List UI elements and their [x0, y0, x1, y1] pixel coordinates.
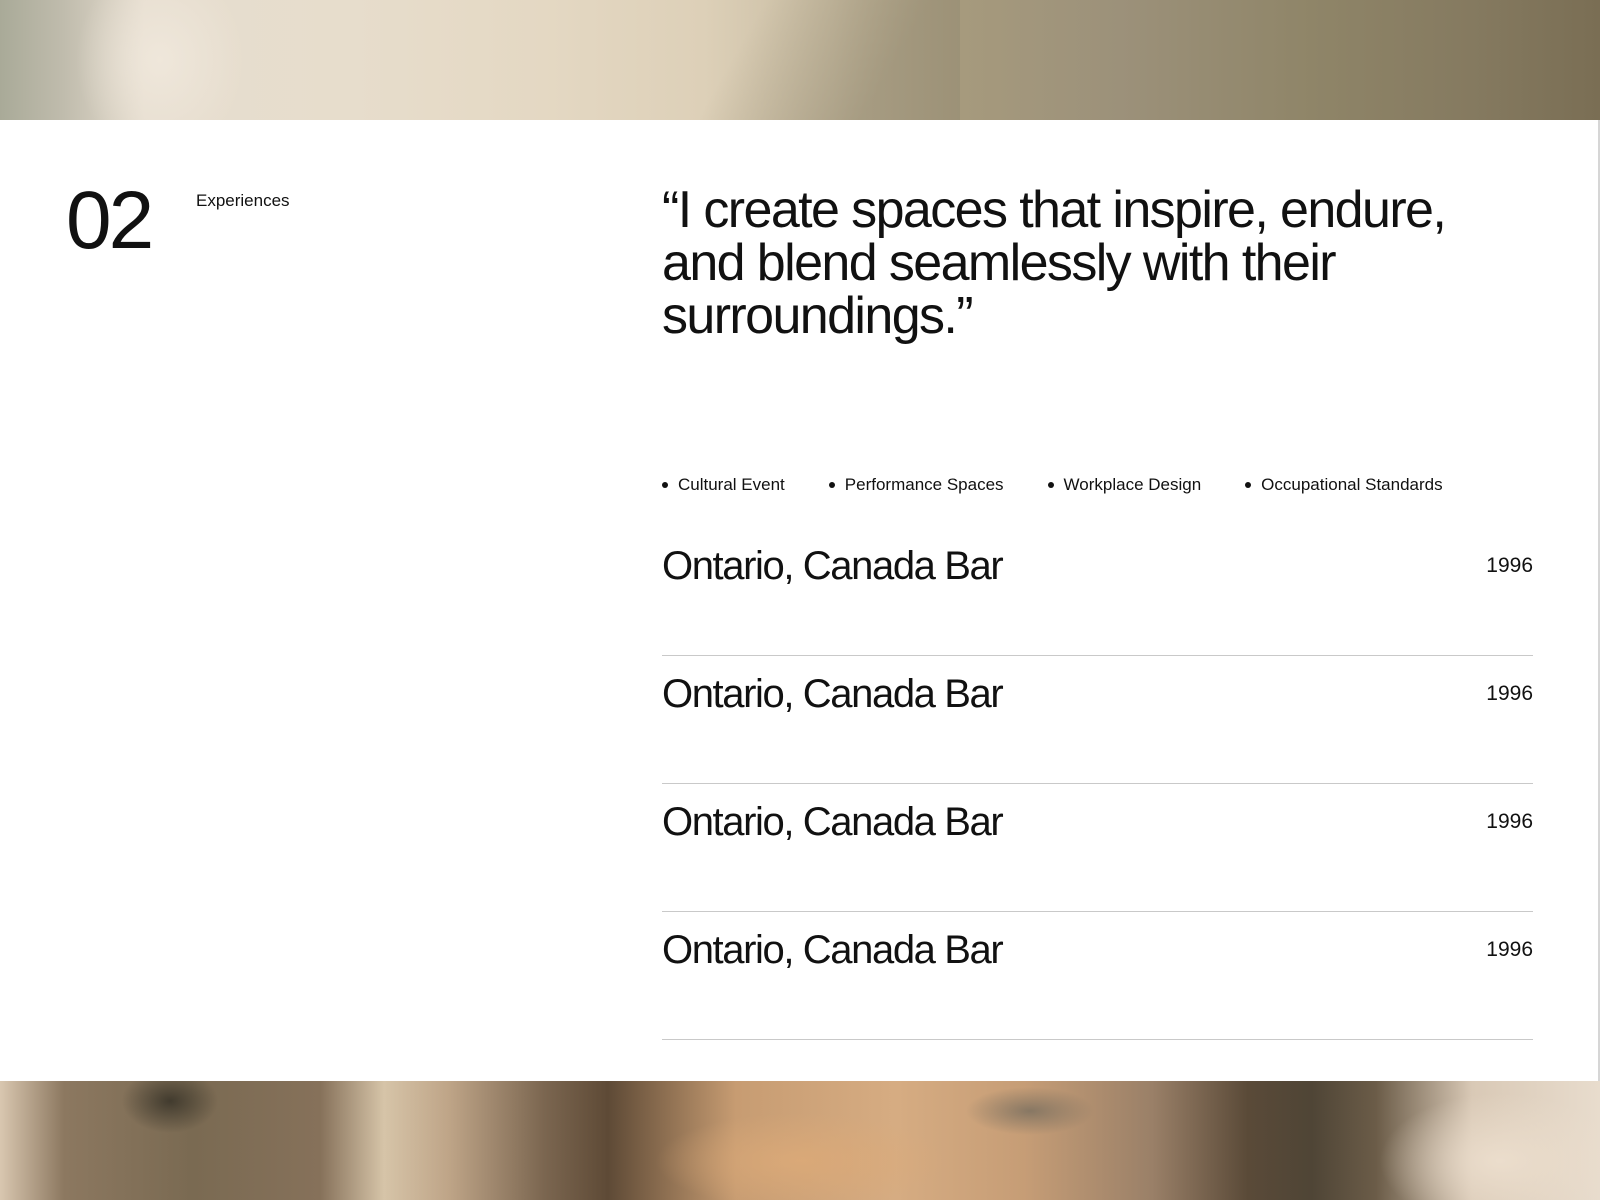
- section-number: 02: [66, 175, 154, 266]
- tag-label: Workplace Design: [1063, 475, 1202, 494]
- project-row[interactable]: Ontario, Canada Bar 1996: [662, 912, 1533, 1040]
- bullet-icon: [662, 482, 668, 488]
- project-list: Ontario, Canada Bar 1996 Ontario, Canada…: [662, 528, 1533, 1040]
- project-year: 1996: [1486, 938, 1533, 961]
- project-year: 1996: [1486, 554, 1533, 577]
- project-name: Ontario, Canada Bar: [662, 672, 1004, 716]
- page: 02 Experiences “I create spaces that ins…: [0, 0, 1600, 1200]
- quote: “I create spaces that inspire, endure, a…: [662, 181, 1447, 345]
- tag-label: Cultural Event: [678, 475, 785, 494]
- tag-item: Cultural Event: [662, 474, 785, 496]
- project-row[interactable]: Ontario, Canada Bar 1996: [662, 784, 1533, 912]
- bottom-photo-banner: [0, 1081, 1600, 1200]
- project-row[interactable]: Ontario, Canada Bar 1996: [662, 528, 1533, 656]
- project-row[interactable]: Ontario, Canada Bar 1996: [662, 656, 1533, 784]
- bullet-icon: [828, 482, 835, 488]
- top-photo-banner: [0, 0, 1600, 120]
- tag-item: Performance Spaces: [828, 474, 1004, 496]
- tag-item: Occupational Standards: [1245, 474, 1443, 496]
- project-name: Ontario, Canada Bar: [662, 928, 1004, 972]
- project-year: 1996: [1486, 682, 1533, 705]
- bullet-icon: [1245, 482, 1252, 488]
- bullet-icon: [1047, 482, 1054, 488]
- project-year: 1996: [1486, 810, 1533, 833]
- tag-list: Cultural Event Performance Spaces Workpl…: [662, 474, 1443, 496]
- tag-item: Workplace Design: [1047, 474, 1202, 496]
- project-name: Ontario, Canada Bar: [662, 800, 1004, 844]
- tag-label: Performance Spaces: [844, 475, 1004, 494]
- project-name: Ontario, Canada Bar: [662, 544, 1004, 588]
- section-label: Experiences: [196, 191, 290, 210]
- tag-label: Occupational Standards: [1261, 475, 1443, 494]
